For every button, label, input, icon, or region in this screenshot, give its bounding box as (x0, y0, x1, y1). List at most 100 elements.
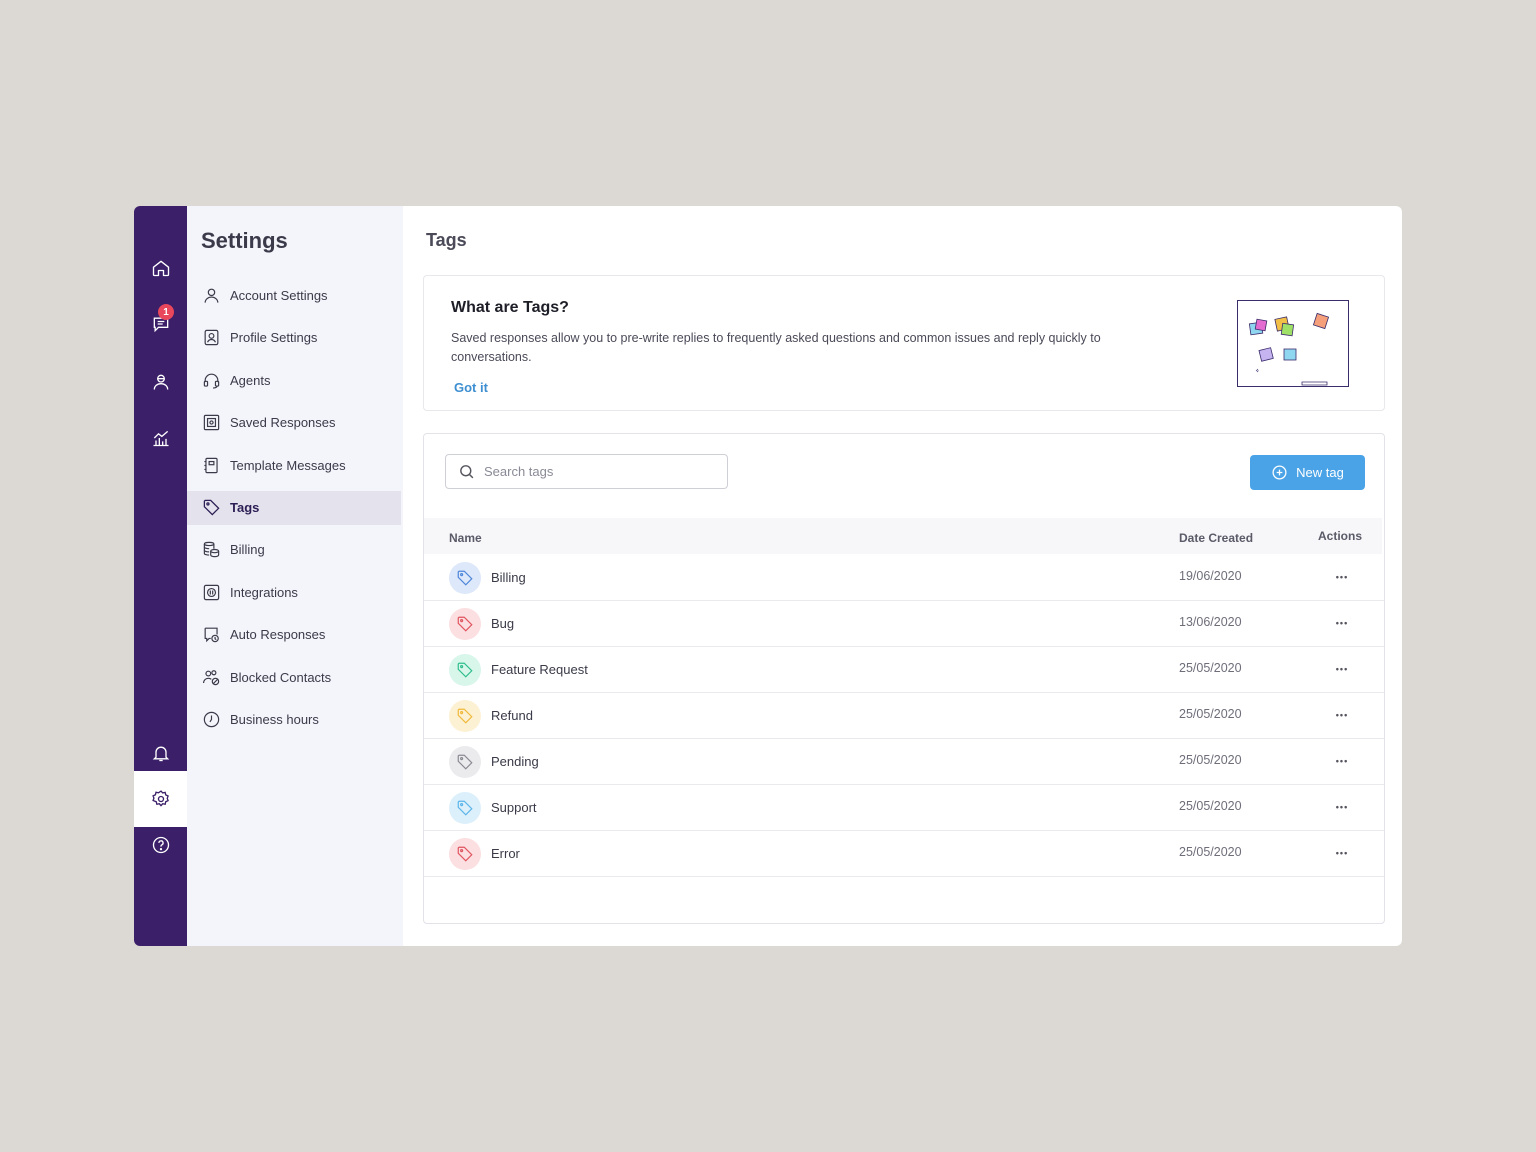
chat-icon[interactable]: 1 (134, 302, 187, 346)
tag-icon (449, 562, 481, 594)
app-window: 1 Settings Account Settings Profile Sett… (134, 206, 1402, 946)
settings-sidebar: Settings Account Settings Profile Settin… (187, 206, 403, 946)
tag-name: Error (491, 846, 520, 861)
tags-info-card: What are Tags? Saved responses allow you… (423, 275, 1385, 411)
sidebar-item-billing[interactable]: Billing (187, 529, 401, 572)
tag-name: Pending (491, 754, 539, 769)
sidebar-item-auto-responses[interactable]: Auto Responses (187, 614, 401, 657)
column-header-actions: Actions (1318, 529, 1363, 543)
row-actions-menu[interactable]: ••• (1327, 797, 1357, 817)
sidebar-item-saved-responses[interactable]: Saved Responses (187, 402, 401, 445)
sidebar-item-blocked-contacts[interactable]: Blocked Contacts (187, 656, 401, 699)
sidebar-item-label: Business hours (230, 712, 319, 728)
template-icon (201, 455, 221, 475)
tag-name: Feature Request (491, 662, 588, 677)
tag-name: Bug (491, 616, 515, 631)
tags-table-card: New tag Name Date Created Actions Billin… (423, 433, 1385, 924)
new-tag-label: New tag (1296, 465, 1344, 480)
column-header-name: Name (449, 531, 482, 545)
column-header-date: Date Created (1179, 531, 1254, 545)
profile-card-icon (201, 328, 221, 348)
sidebar-item-label: Saved Responses (230, 415, 336, 431)
more-horizontal-icon: ••• (1335, 664, 1349, 674)
tag-date: 25/05/2020 (1179, 799, 1242, 813)
search-input[interactable] (484, 464, 704, 479)
user-icon (201, 285, 221, 305)
home-icon[interactable] (134, 246, 187, 290)
sidebar-item-business-hours[interactable]: Business hours (187, 699, 401, 742)
bell-icon[interactable] (134, 731, 187, 775)
tag-date: 13/06/2020 (1179, 615, 1242, 629)
more-horizontal-icon: ••• (1335, 710, 1349, 720)
gear-icon[interactable] (134, 771, 187, 827)
help-icon[interactable] (134, 823, 187, 867)
saved-responses-icon (201, 413, 221, 433)
more-horizontal-icon: ••• (1335, 618, 1349, 628)
sidebar-item-label: Profile Settings (230, 330, 318, 346)
tag-name: Billing (491, 570, 526, 585)
sidebar-item-label: Account Settings (230, 287, 328, 303)
table-row[interactable]: Error 25/05/2020 ••• (424, 831, 1384, 877)
sidebar-item-integrations[interactable]: Integrations (187, 571, 401, 614)
sidebar-item-label: Tags (230, 500, 260, 515)
sidebar-item-label: Billing (230, 542, 265, 558)
more-horizontal-icon: ••• (1335, 756, 1349, 766)
clock-icon (201, 710, 221, 730)
more-horizontal-icon: ••• (1335, 848, 1349, 858)
notification-badge: 1 (158, 304, 174, 320)
sidebar-item-template-messages[interactable]: Template Messages (187, 444, 401, 487)
tags-table-body: Billing 19/06/2020 ••• Bug 13/06/2020 ••… (424, 555, 1384, 877)
got-it-link[interactable]: Got it (454, 380, 488, 395)
plus-circle-icon (1272, 465, 1287, 480)
row-actions-menu[interactable]: ••• (1327, 705, 1357, 725)
table-header: Name Date Created Actions (424, 518, 1382, 554)
row-actions-menu[interactable]: ••• (1327, 613, 1357, 633)
agents-icon[interactable] (134, 360, 187, 404)
new-tag-button[interactable]: New tag (1250, 455, 1365, 490)
tag-date: 25/05/2020 (1179, 845, 1242, 859)
main-content: Tags What are Tags? Saved responses allo… (403, 206, 1402, 946)
search-icon (460, 465, 474, 479)
row-actions-menu[interactable]: ••• (1327, 843, 1357, 863)
tag-icon (449, 700, 481, 732)
tag-icon (449, 792, 481, 824)
sidebar-item-label: Agents (230, 372, 271, 388)
row-actions-menu[interactable]: ••• (1327, 659, 1357, 679)
tag-date: 25/05/2020 (1179, 753, 1242, 767)
sticky-notes-illustration (1237, 300, 1349, 387)
info-text: Saved responses allow you to pre-write r… (451, 331, 1101, 364)
auto-response-icon (201, 625, 221, 645)
more-horizontal-icon: ••• (1335, 572, 1349, 582)
table-row[interactable]: Feature Request 25/05/2020 ••• (424, 647, 1384, 693)
tag-date: 25/05/2020 (1179, 707, 1242, 721)
tag-icon (449, 654, 481, 686)
sidebar-item-account-settings[interactable]: Account Settings (187, 274, 401, 317)
headset-icon (201, 370, 221, 390)
settings-nav: Account Settings Profile Settings Agents… (187, 274, 401, 741)
sidebar-item-label: Auto Responses (230, 627, 326, 643)
table-row[interactable]: Refund 25/05/2020 ••• (424, 693, 1384, 739)
table-row[interactable]: Support 25/05/2020 ••• (424, 785, 1384, 831)
coins-icon (201, 540, 221, 560)
integrations-icon (201, 582, 221, 602)
tag-name: Support (491, 800, 537, 815)
info-title: What are Tags? (451, 299, 569, 316)
search-box (445, 454, 728, 489)
sidebar-item-agents[interactable]: Agents (187, 359, 401, 402)
row-actions-menu[interactable]: ••• (1327, 751, 1357, 771)
table-row[interactable]: Billing 19/06/2020 ••• (424, 555, 1384, 601)
table-row[interactable]: Pending 25/05/2020 ••• (424, 739, 1384, 785)
tag-icon (449, 746, 481, 778)
tag-date: 25/05/2020 (1179, 661, 1242, 675)
table-row[interactable]: Bug 13/06/2020 ••• (424, 601, 1384, 647)
more-horizontal-icon: ••• (1335, 802, 1349, 812)
tag-icon (449, 608, 481, 640)
sidebar-item-profile-settings[interactable]: Profile Settings (187, 317, 401, 360)
tag-date: 19/06/2020 (1179, 569, 1242, 583)
row-actions-menu[interactable]: ••• (1327, 567, 1357, 587)
sidebar-item-tags[interactable]: Tags (187, 490, 401, 525)
blocked-contacts-icon (201, 667, 221, 687)
sidebar-item-label: Template Messages (230, 457, 346, 473)
sidebar-title: Settings (201, 228, 288, 253)
analytics-icon[interactable] (134, 416, 187, 460)
